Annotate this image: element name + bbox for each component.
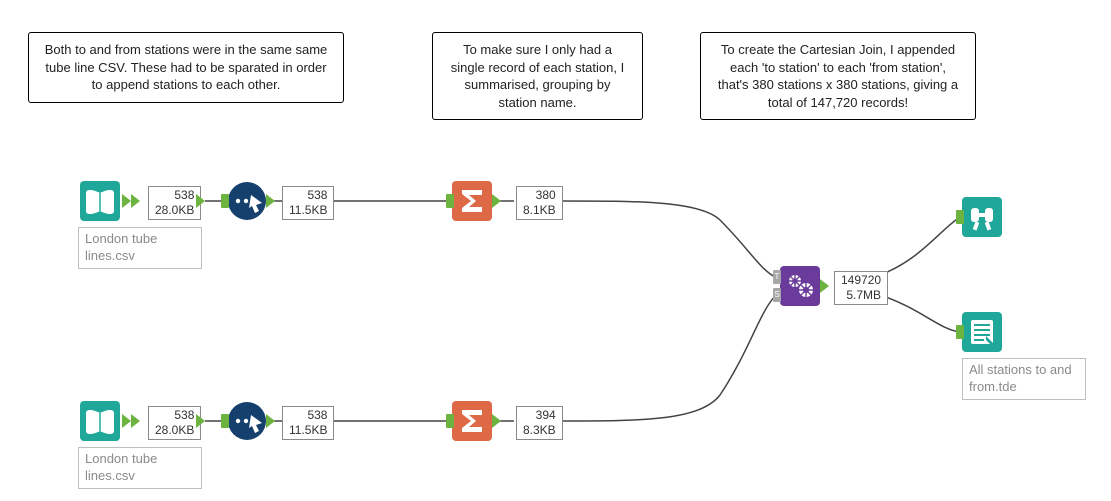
stat-box: 394 8.3KB xyxy=(516,406,563,440)
connector-arrow-icon xyxy=(196,194,205,208)
comment-text: Both to and from stations were in the sa… xyxy=(45,42,328,92)
data-size: 28.0KB xyxy=(155,423,194,438)
input-anchor-icon xyxy=(221,414,229,428)
record-count: 394 xyxy=(523,408,556,423)
record-count: 380 xyxy=(523,188,556,203)
input-anchor-icon xyxy=(446,414,454,428)
stat-box: 538 28.0KB xyxy=(148,406,201,440)
input-data-tool[interactable] xyxy=(80,181,120,221)
input-anchor-icon xyxy=(221,194,229,208)
stat-box: 380 8.1KB xyxy=(516,186,563,220)
summarize-tool[interactable] xyxy=(452,401,492,441)
output-anchor-icon xyxy=(266,194,275,208)
output-anchor-icon xyxy=(820,279,829,293)
input-anchor-icon xyxy=(446,194,454,208)
stat-box: 538 11.5KB xyxy=(282,406,334,440)
stat-box: 149720 5.7MB xyxy=(834,271,888,305)
output-data-tool[interactable] xyxy=(962,312,1002,352)
select-tool[interactable] xyxy=(227,181,267,221)
comment-box-1: Both to and from stations were in the sa… xyxy=(28,32,344,103)
data-size: 8.3KB xyxy=(523,423,556,438)
record-count: 149720 xyxy=(841,273,881,288)
output-anchor-icon xyxy=(492,414,501,428)
output-anchor-icon xyxy=(266,414,275,428)
record-count: 538 xyxy=(289,408,327,423)
input-file-label: London tube lines.csv xyxy=(78,227,202,269)
input-file-label: London tube lines.csv xyxy=(78,447,202,489)
select-tool[interactable] xyxy=(227,401,267,441)
output-file-label: All stations to and from.tde xyxy=(962,358,1086,400)
input-anchor-icon xyxy=(956,325,964,339)
output-anchor-icon xyxy=(122,414,131,428)
output-anchor-icon xyxy=(131,414,140,428)
output-file-text: All stations to and from.tde xyxy=(969,362,1072,394)
record-count: 538 xyxy=(155,188,194,203)
input-data-tool[interactable] xyxy=(80,401,120,441)
data-size: 11.5KB xyxy=(289,203,327,218)
input-anchor-s-icon: S xyxy=(773,288,781,302)
comment-text: To create the Cartesian Join, I appended… xyxy=(718,42,958,110)
input-anchor-t-icon: T xyxy=(773,270,781,284)
output-anchor-icon xyxy=(122,194,131,208)
record-count: 538 xyxy=(289,188,327,203)
data-size: 11.5KB xyxy=(289,423,327,438)
data-size: 8.1KB xyxy=(523,203,556,218)
input-file-text: London tube lines.csv xyxy=(85,231,157,263)
stat-box: 538 11.5KB xyxy=(282,186,334,220)
input-file-text: London tube lines.csv xyxy=(85,451,157,483)
record-count: 538 xyxy=(155,408,194,423)
input-anchor-icon xyxy=(956,210,964,224)
connector-arrow-icon xyxy=(196,414,205,428)
output-anchor-icon xyxy=(492,194,501,208)
browse-tool[interactable] xyxy=(962,197,1002,237)
comment-text: To make sure I only had a single record … xyxy=(451,42,624,110)
append-fields-tool[interactable] xyxy=(780,266,820,306)
summarize-tool[interactable] xyxy=(452,181,492,221)
output-anchor-icon xyxy=(131,194,140,208)
stat-box: 538 28.0KB xyxy=(148,186,201,220)
data-size: 28.0KB xyxy=(155,203,194,218)
comment-box-2: To make sure I only had a single record … xyxy=(432,32,643,120)
comment-box-3: To create the Cartesian Join, I appended… xyxy=(700,32,976,120)
data-size: 5.7MB xyxy=(841,288,881,303)
